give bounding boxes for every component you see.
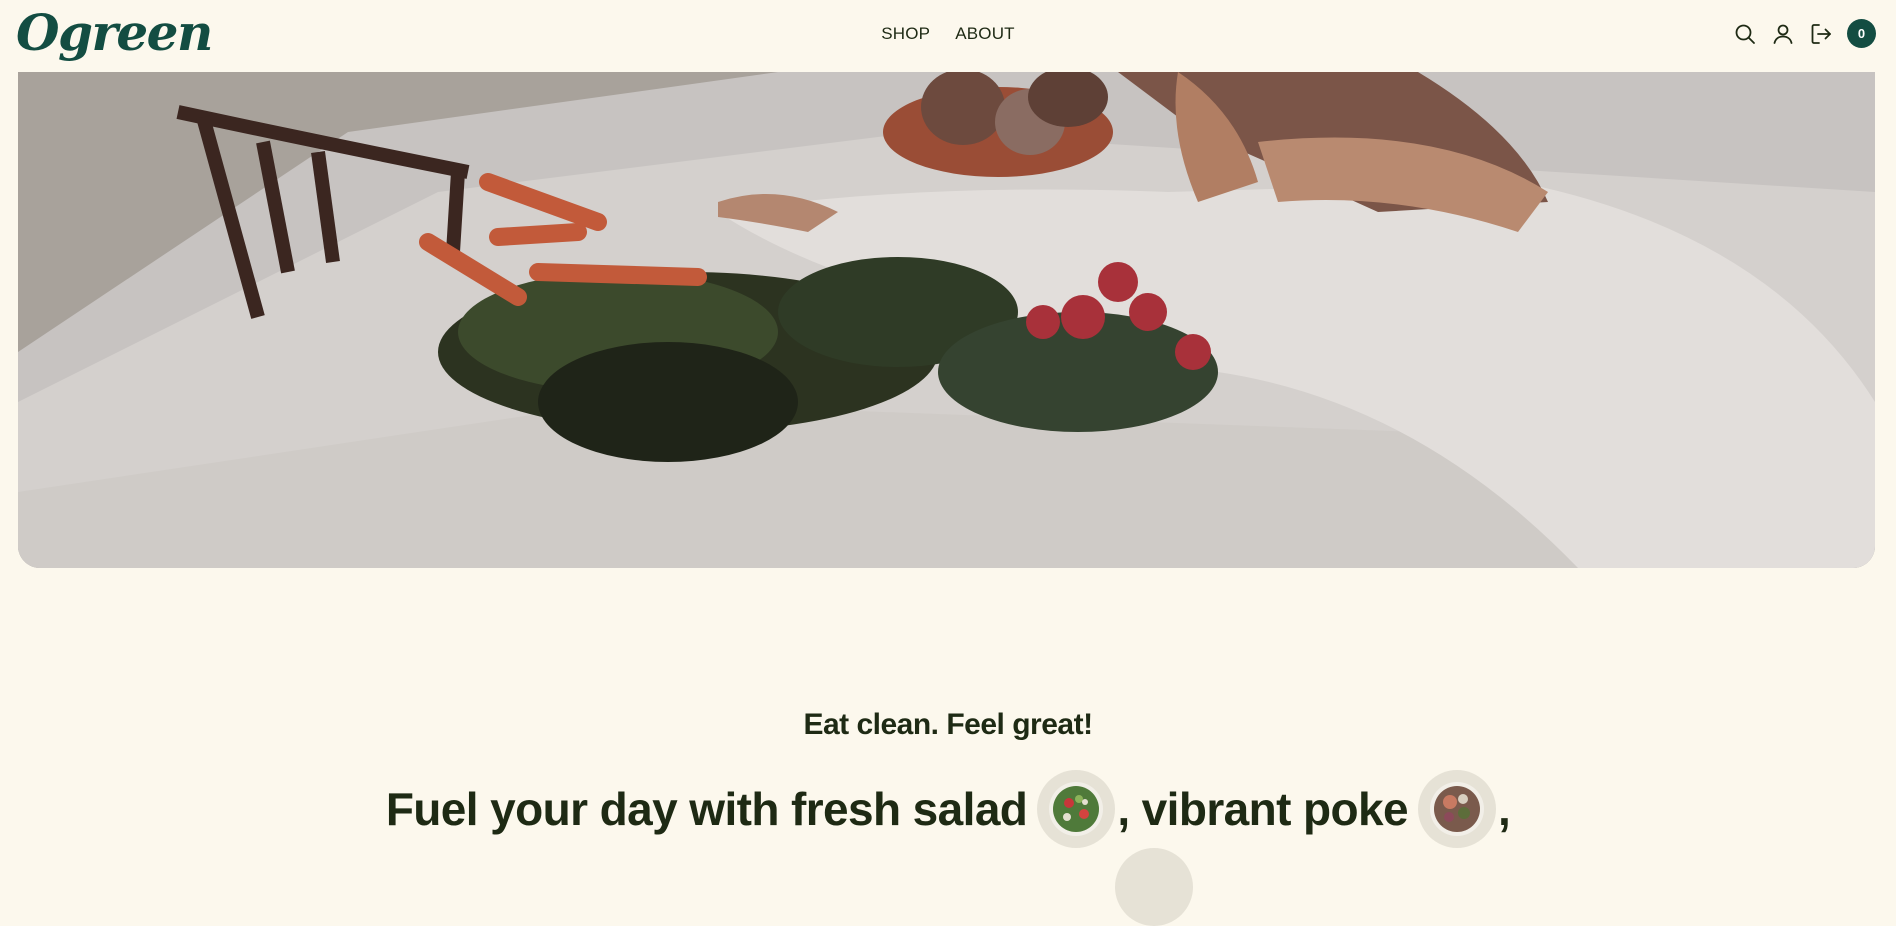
site-header: Ogreen SHOP ABOUT 0: [0, 0, 1896, 72]
food-bowl-image: [1115, 848, 1193, 926]
headline-text-comma: ,: [1497, 783, 1511, 835]
intro-headline: Fuel your day with fresh salad , vibrant…: [0, 770, 1896, 848]
tagline: Eat clean. Feel great!: [803, 708, 1093, 741]
salad-bowl-image: [1037, 770, 1116, 848]
cart-count-badge[interactable]: 0: [1847, 19, 1876, 48]
main-nav: SHOP ABOUT: [0, 0, 1896, 68]
hero-image: [18, 72, 1875, 568]
nav-shop-link[interactable]: SHOP: [881, 24, 930, 44]
search-icon[interactable]: [1733, 22, 1757, 46]
poke-bowl-image: [1417, 770, 1496, 848]
user-icon[interactable]: [1771, 22, 1795, 46]
logout-icon[interactable]: [1809, 22, 1833, 46]
header-actions: 0: [1733, 19, 1876, 48]
nav-about-link[interactable]: ABOUT: [955, 24, 1015, 44]
logo[interactable]: Ogreen: [16, 2, 213, 64]
headline-text-poke: , vibrant poke: [1117, 783, 1408, 835]
headline-text-salad: Fuel your day with fresh salad: [385, 783, 1028, 835]
